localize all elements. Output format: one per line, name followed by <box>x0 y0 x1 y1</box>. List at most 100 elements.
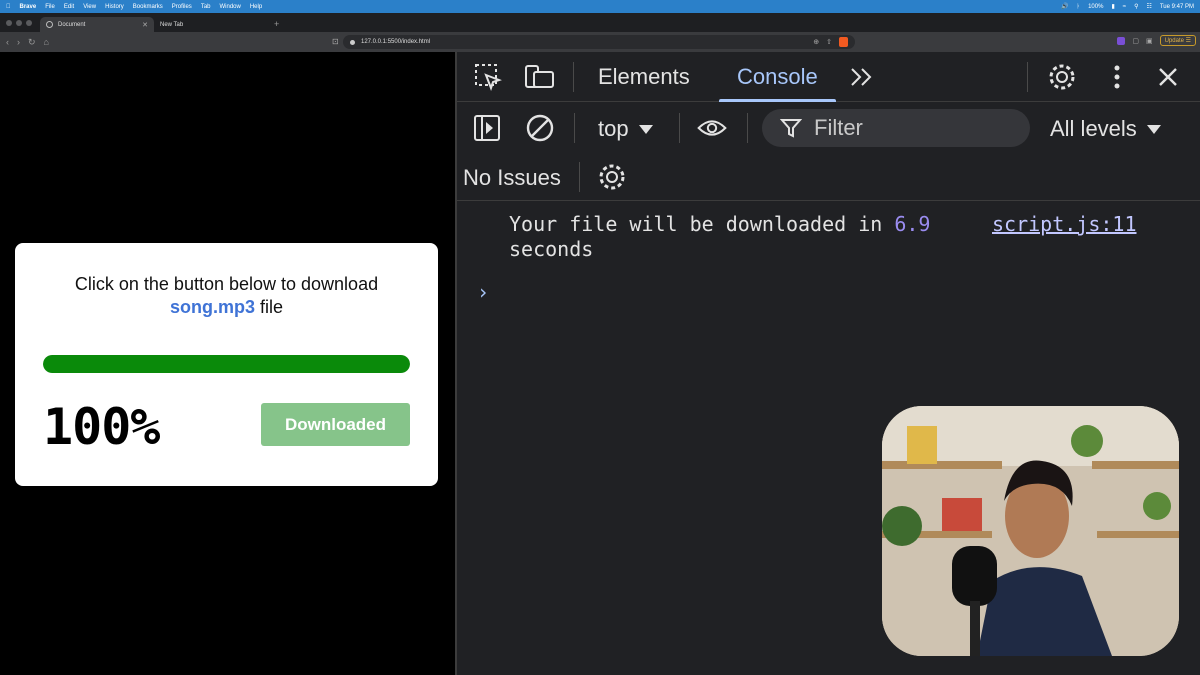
menu-window[interactable]: Window <box>220 4 241 10</box>
dropdown-caret-icon <box>638 124 653 134</box>
more-options-icon[interactable] <box>1102 62 1132 92</box>
console-prompt-icon[interactable]: › <box>477 280 489 304</box>
reload-icon[interactable]: ↻ <box>28 37 36 48</box>
levels-label: All levels <box>1050 116 1137 141</box>
zoom-icon[interactable]: ⊕ <box>813 38 819 46</box>
device-toolbar-icon[interactable] <box>525 62 555 92</box>
log-prefix: Your file will be downloaded in <box>509 212 895 236</box>
download-card: Click on the button below to download so… <box>15 243 438 486</box>
browser-toolbar: ‹ › ↻ ⌂ ⊡ 127.0.0.1:5500/index.html ⊕ ⇧ … <box>0 32 1200 52</box>
more-tabs-chevron-icon[interactable] <box>847 62 877 92</box>
apple-icon[interactable]:  <box>6 4 11 10</box>
progress-bar <box>43 355 410 373</box>
console-toolbar: top Filter All levels <box>457 103 1200 153</box>
divider <box>579 162 580 192</box>
downloaded-button[interactable]: Downloaded <box>261 403 410 446</box>
live-expression-eye-icon[interactable] <box>697 113 727 143</box>
bookmark-icon[interactable]: ⊡ <box>332 37 339 46</box>
search-icon[interactable]: ⚲ <box>1134 3 1138 10</box>
console-settings-gear-icon[interactable] <box>597 162 627 192</box>
maximize-window-button[interactable] <box>26 19 32 26</box>
sidebar-icon[interactable]: ▢ <box>1132 37 1139 45</box>
close-tab-icon[interactable]: ✕ <box>142 21 148 29</box>
context-selector[interactable]: top <box>598 116 653 142</box>
update-label: Update <box>1164 38 1184 44</box>
tab-console[interactable]: Console <box>719 52 836 102</box>
share-icon[interactable]: ⇧ <box>826 38 832 46</box>
title-suffix: file <box>255 297 284 317</box>
issues-label[interactable]: No Issues <box>463 165 561 191</box>
macos-menu-bar:  Brave File Edit View History Bookmarks… <box>0 0 1200 13</box>
wifi-icon[interactable]: ≈ <box>1123 4 1126 10</box>
home-icon[interactable]: ⌂ <box>44 37 49 47</box>
log-number: 6.9 <box>894 212 931 236</box>
brave-shields-icon[interactable] <box>839 37 848 47</box>
address-bar[interactable]: 127.0.0.1:5500/index.html ⊕ ⇧ <box>343 35 855 49</box>
menu-file[interactable]: File <box>45 4 55 10</box>
divider <box>679 113 680 143</box>
battery-label: 100% <box>1088 3 1104 10</box>
bluetooth-icon[interactable]: ᛓ <box>1076 4 1080 10</box>
devtools-tab-bar: Elements Console <box>457 52 1200 102</box>
divider <box>574 113 575 143</box>
divider <box>747 113 748 143</box>
log-levels-dropdown[interactable]: All levels <box>1050 116 1161 142</box>
wallet-icon[interactable]: ▣ <box>1146 37 1153 45</box>
divider <box>573 62 574 92</box>
clear-console-icon[interactable] <box>525 113 555 143</box>
new-tab-plus-icon[interactable]: + <box>274 19 279 29</box>
filter-placeholder: Filter <box>814 115 863 140</box>
title-line-1: Click on the button below to download <box>74 274 379 294</box>
minimize-window-button[interactable] <box>16 19 22 26</box>
status-area: 🔊 ᛓ 100% ▮ ≈ ⚲ ☷ Tue 9:47 PM <box>1061 3 1194 11</box>
extensions-area: ▢ ▣ Update ☰ <box>1117 35 1196 46</box>
menu-bookmarks[interactable]: Bookmarks <box>133 4 163 10</box>
menu-help[interactable]: Help <box>250 4 262 10</box>
sidebar-toggle-icon[interactable] <box>472 113 502 143</box>
volume-icon[interactable]: 🔊 <box>1061 3 1068 10</box>
context-label: top <box>598 116 629 141</box>
globe-icon <box>46 21 53 28</box>
issues-bar: No Issues <box>457 153 1200 201</box>
control-center-icon[interactable]: ☷ <box>1146 3 1151 10</box>
close-window-button[interactable] <box>6 19 12 26</box>
site-info-icon[interactable] <box>350 39 355 45</box>
menu-view[interactable]: View <box>83 4 96 10</box>
back-arrow-icon[interactable]: ‹ <box>6 37 9 47</box>
menu-profiles[interactable]: Profiles <box>172 4 192 10</box>
menu-tab[interactable]: Tab <box>201 4 211 10</box>
presenter-video-image <box>882 406 1179 656</box>
tab-label: Document <box>58 21 86 28</box>
webcam-overlay <box>882 406 1179 656</box>
forward-arrow-icon[interactable]: › <box>17 37 20 47</box>
console-log-message: Your file will be downloaded in 6.9 secon… <box>509 212 949 262</box>
source-link[interactable]: script.js:11 <box>992 212 1137 237</box>
tab-label: New Tab <box>160 21 184 28</box>
filter-funnel-icon <box>780 119 802 138</box>
tab-elements[interactable]: Elements <box>598 52 690 102</box>
tab-new-tab[interactable]: New Tab <box>154 17 268 32</box>
progress-percent: 100% <box>43 398 160 456</box>
window-controls <box>6 19 32 26</box>
close-devtools-icon[interactable] <box>1153 62 1183 92</box>
divider <box>1027 62 1028 92</box>
battery-icon[interactable]: ▮ <box>1111 3 1114 10</box>
inspect-element-icon[interactable] <box>473 62 503 92</box>
log-suffix: seconds <box>509 237 594 261</box>
card-title: Click on the button below to download so… <box>15 273 438 319</box>
menu-app-name[interactable]: Brave <box>20 4 37 10</box>
url-text[interactable]: 127.0.0.1:5500/index.html <box>361 39 430 45</box>
update-button[interactable]: Update ☰ <box>1159 35 1196 46</box>
tab-document[interactable]: Document ✕ <box>40 17 154 32</box>
menu-edit[interactable]: Edit <box>64 4 74 10</box>
progress-fill <box>43 355 410 373</box>
settings-gear-icon[interactable] <box>1047 62 1077 92</box>
browser-tab-strip: Document ✕ New Tab + <box>0 13 1200 32</box>
file-name: song.mp3 <box>169 297 255 317</box>
menu-history[interactable]: History <box>105 4 124 10</box>
extension-icon[interactable] <box>1117 36 1126 45</box>
page-viewport: Click on the button below to download so… <box>0 52 455 675</box>
filter-input[interactable]: Filter <box>762 109 1030 147</box>
dropdown-caret-icon <box>1146 124 1161 134</box>
clock[interactable]: Tue 9:47 PM <box>1160 4 1194 10</box>
